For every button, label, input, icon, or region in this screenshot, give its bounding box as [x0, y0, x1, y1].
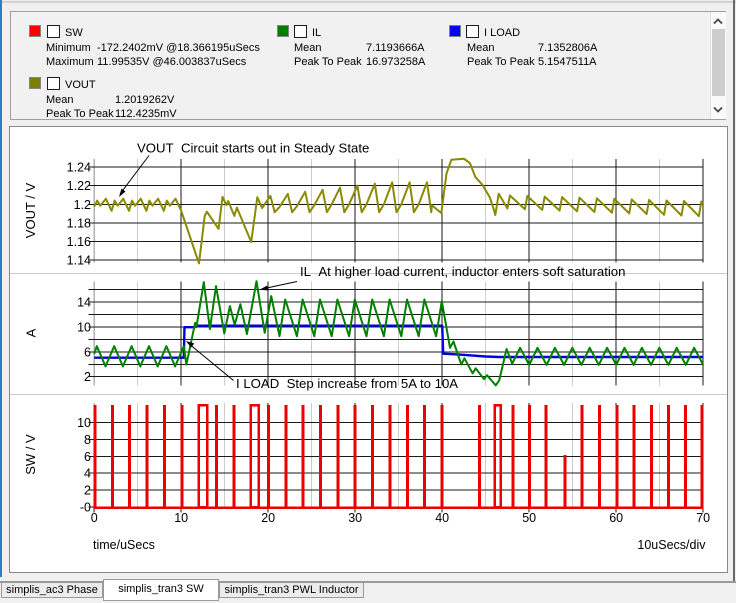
svg-text:20: 20 [261, 511, 275, 525]
svg-text:1.16: 1.16 [67, 235, 91, 249]
svg-text:30: 30 [348, 511, 362, 525]
svg-text:-0: -0 [80, 501, 91, 515]
svg-text:2: 2 [84, 370, 91, 384]
svg-text:6: 6 [84, 450, 91, 464]
svg-text:SW / V: SW / V [23, 434, 38, 475]
svg-text:A: A [24, 328, 39, 337]
svg-text:50: 50 [522, 511, 536, 525]
svg-text:1.24: 1.24 [67, 161, 91, 175]
svg-text:10uSecs/div: 10uSecs/div [637, 538, 706, 552]
svg-text:4: 4 [84, 467, 91, 481]
svg-text:time/uSecs: time/uSecs [93, 538, 155, 552]
svg-text:10: 10 [174, 511, 188, 525]
svg-text:IL At higher load current, in: IL At higher load current, inductor ente… [300, 264, 625, 279]
svg-text:6: 6 [84, 346, 91, 360]
svg-text:40: 40 [435, 511, 449, 525]
svg-text:1.2: 1.2 [74, 198, 91, 212]
svg-text:1.14: 1.14 [67, 254, 91, 268]
svg-text:VOUT / V: VOUT / V [23, 182, 38, 238]
svg-text:0: 0 [91, 511, 98, 525]
svg-text:VOUT Circuit starts out in St: VOUT Circuit starts out in Steady State [137, 141, 369, 156]
svg-text:70: 70 [696, 511, 710, 525]
svg-text:1.18: 1.18 [67, 216, 91, 230]
svg-text:I LOAD Step increase from 5A: I LOAD Step increase from 5A to 10A [236, 376, 458, 391]
svg-text:14: 14 [77, 296, 91, 310]
svg-text:10: 10 [77, 416, 91, 430]
svg-text:1.22: 1.22 [67, 179, 91, 193]
svg-text:10: 10 [77, 321, 91, 335]
svg-text:8: 8 [84, 433, 91, 447]
svg-text:60: 60 [609, 511, 623, 525]
svg-text:2: 2 [84, 484, 91, 498]
